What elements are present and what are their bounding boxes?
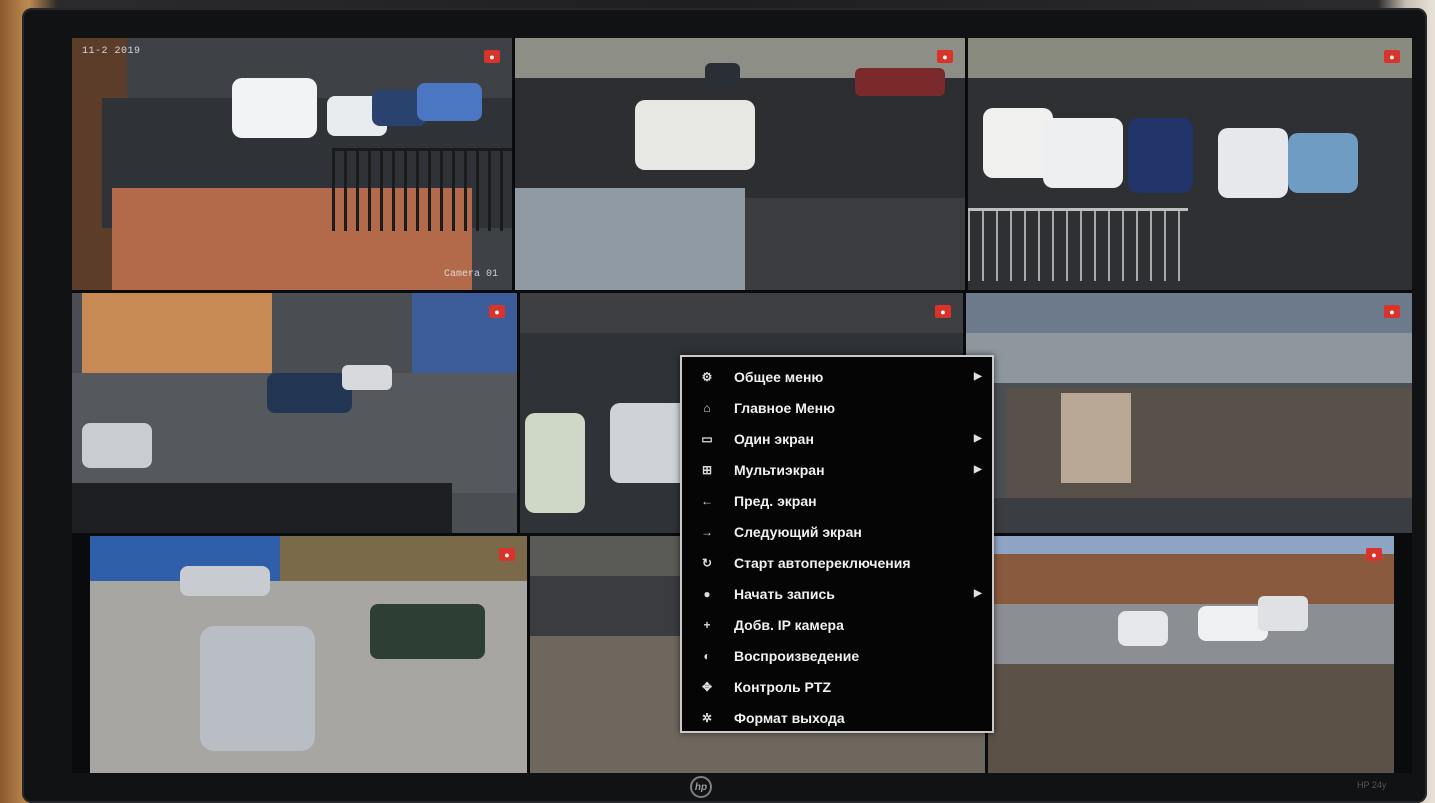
record-indicator-icon: ●	[1384, 50, 1400, 63]
settings-icon: ⚙	[701, 369, 713, 384]
menu-item-label: Воспроизведение	[734, 647, 860, 664]
hp-logo: hp	[690, 776, 712, 798]
menu-item-general-menu[interactable]: ⚙ Общее меню ▶	[682, 361, 992, 392]
menu-item-label: Начать запись	[734, 585, 835, 602]
menu-item-start-record[interactable]: ● Начать запись ▶	[682, 578, 992, 609]
menu-item-multi-screen[interactable]: ⊞ Мультиэкран ▶	[682, 454, 992, 485]
menu-item-add-ip-camera[interactable]: + Добв. IP камера	[682, 609, 992, 640]
cycle-icon: ↻	[701, 555, 713, 570]
record-indicator-icon: ●	[935, 305, 951, 318]
menu-item-label: Старт автопереключения	[734, 554, 911, 571]
record-indicator-icon: ●	[499, 548, 515, 561]
menu-item-label: Контроль PTZ	[734, 678, 831, 695]
dvr-screen: 11-2 2019 ● Camera 01 ● ● ● ● ● ● ● ⚙ Об…	[72, 38, 1412, 773]
menu-item-label: Добв. IP камера	[734, 616, 844, 633]
submenu-arrow-icon: ▶	[974, 371, 982, 382]
record-icon: ●	[703, 586, 711, 601]
camera-tile-4[interactable]: ●	[72, 293, 517, 533]
menu-item-label: Пред. экран	[734, 492, 817, 509]
menu-item-label: Один экран	[734, 430, 814, 447]
single-screen-icon: ▭	[701, 431, 713, 446]
menu-item-label: Общее меню	[734, 368, 824, 385]
menu-item-start-autoswitch[interactable]: ↻ Старт автопереключения	[682, 547, 992, 578]
record-indicator-icon: ●	[484, 50, 500, 63]
arrow-left-icon: ←	[701, 493, 713, 508]
menu-item-ptz-control[interactable]: ✥ Контроль PTZ	[682, 671, 992, 702]
camera-tile-9[interactable]: ●	[988, 536, 1394, 773]
menu-item-label: Формат выхода	[734, 709, 845, 726]
camera-tile-7[interactable]: ●	[90, 536, 527, 773]
camera-tile-1[interactable]: 11-2 2019 ● Camera 01	[72, 38, 512, 290]
monitor-bezel: 11-2 2019 ● Camera 01 ● ● ● ● ● ● ● ⚙ Об…	[22, 8, 1427, 803]
camera-name: Camera 01	[443, 269, 498, 280]
menu-item-label: Мультиэкран	[734, 461, 825, 478]
record-indicator-icon: ●	[937, 50, 953, 63]
submenu-arrow-icon: ▶	[974, 464, 982, 475]
camera-tile-6[interactable]: ●	[966, 293, 1412, 533]
context-menu: ⚙ Общее меню ▶ ⌂ Главное Меню ▭ Один экр…	[680, 355, 994, 733]
camera-tile-2[interactable]: ●	[515, 38, 965, 290]
ptz-icon: ✥	[701, 679, 713, 694]
record-indicator-icon: ●	[1366, 548, 1382, 561]
camera-timestamp: 11-2 2019	[82, 46, 141, 57]
home-icon: ⌂	[703, 400, 711, 415]
monitor-model-label: HP 24y	[1357, 780, 1387, 790]
menu-item-label: Следующий экран	[734, 523, 862, 540]
multi-screen-icon: ⊞	[701, 462, 713, 477]
menu-item-previous-screen[interactable]: ← Пред. экран	[682, 485, 992, 516]
playback-icon: ◐	[703, 648, 711, 663]
submenu-arrow-icon: ▶	[974, 433, 982, 444]
arrow-right-icon: →	[701, 524, 713, 539]
menu-item-main-menu[interactable]: ⌂ Главное Меню	[682, 392, 992, 423]
submenu-arrow-icon: ▶	[974, 588, 982, 599]
camera-tile-3[interactable]: ●	[968, 38, 1412, 290]
menu-item-output-format[interactable]: ✲ Формат выхода	[682, 702, 992, 733]
menu-item-next-screen[interactable]: → Следующий экран	[682, 516, 992, 547]
output-icon: ✲	[701, 710, 713, 725]
menu-item-label: Главное Меню	[734, 399, 836, 416]
menu-item-single-screen[interactable]: ▭ Один экран ▶	[682, 423, 992, 454]
add-camera-icon: +	[703, 617, 711, 632]
record-indicator-icon: ●	[489, 305, 505, 318]
menu-item-playback[interactable]: ◐ Воспроизведение	[682, 640, 992, 671]
record-indicator-icon: ●	[1384, 305, 1400, 318]
